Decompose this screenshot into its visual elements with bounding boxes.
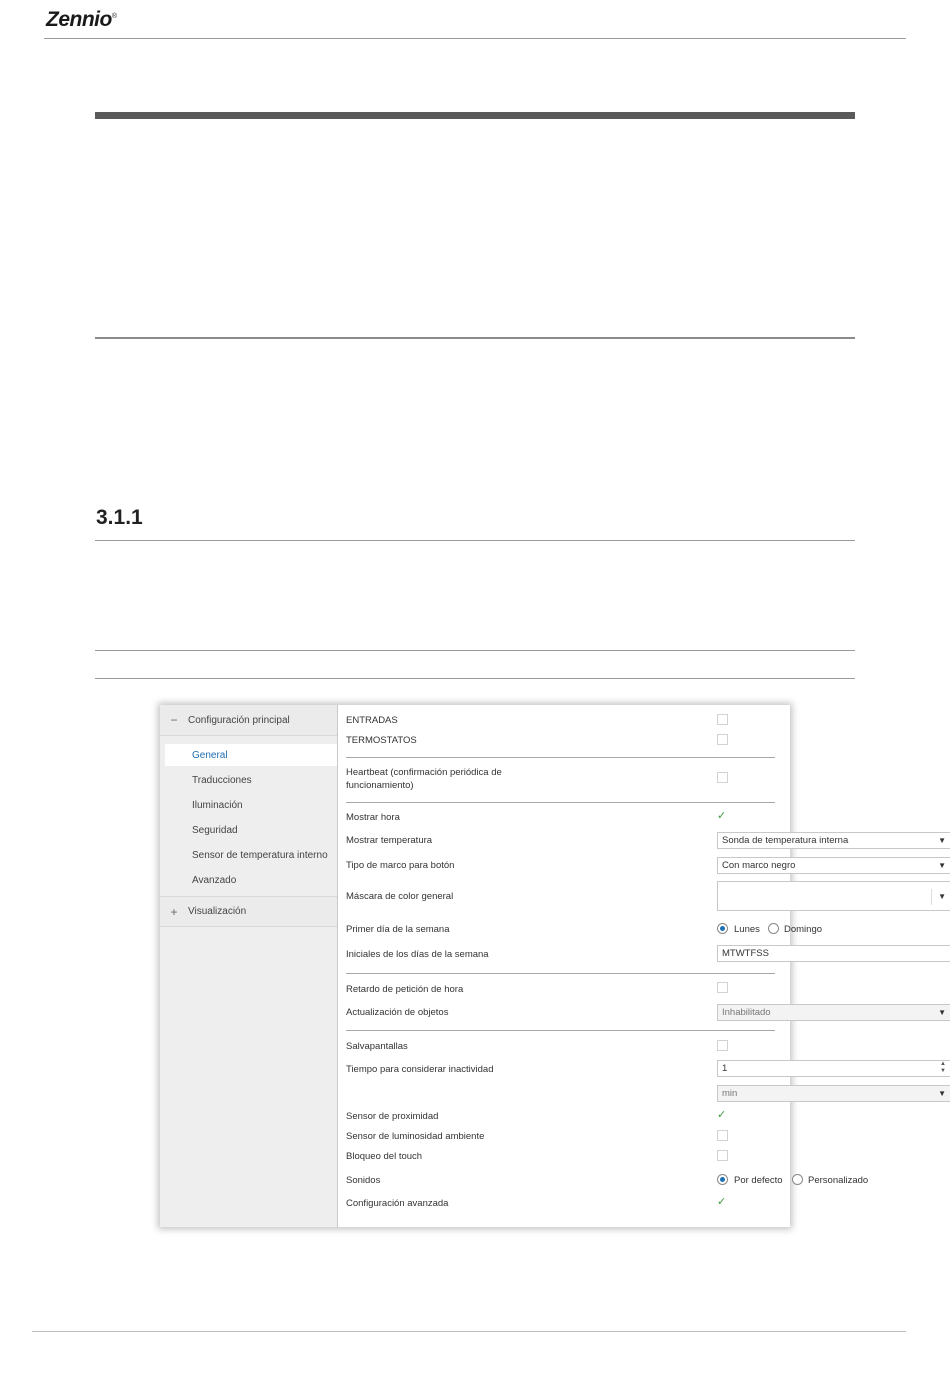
bloqueo-touch-label: Bloqueo del touch: [346, 1151, 423, 1162]
sidebar-item-label: Traducciones: [192, 774, 252, 786]
dropdown-arrow-icon: ▼: [938, 1008, 946, 1017]
radio-lunes-label: Lunes: [734, 924, 760, 935]
select-value: Con marco negro: [722, 860, 796, 871]
dropdown-arrow-icon: ▼: [938, 1089, 946, 1098]
sidebar-item-traducciones[interactable]: Traducciones: [165, 769, 337, 791]
header-divider: [44, 38, 906, 39]
sidebar-item-label: Iluminación: [192, 799, 243, 811]
termostatos-checkbox[interactable]: [717, 734, 728, 745]
subsection-divider: [95, 540, 855, 541]
zennio-logo: Zennio®: [46, 8, 117, 32]
footer-divider: [32, 1331, 906, 1332]
retardo-label: Retardo de petición de hora: [346, 984, 464, 995]
heartbeat-label-line2: funcionamiento): [346, 780, 414, 791]
sensor-luminosidad-label: Sensor de luminosidad ambiente: [346, 1131, 485, 1142]
sidebar-group-label: Visualización: [188, 906, 247, 917]
radio-personalizado-label: Personalizado: [808, 1175, 869, 1186]
dropdown-arrow-icon: ▼: [931, 889, 946, 905]
divider: [346, 973, 775, 974]
collapse-icon[interactable]: −: [160, 713, 188, 727]
sidebar-group-configuracion[interactable]: − Configuración principal: [160, 705, 337, 736]
tiempo-inactividad-label: Tiempo para considerar inactividad: [346, 1064, 494, 1075]
mostrar-hora-label: Mostrar hora: [346, 812, 400, 823]
input-value: 1: [722, 1063, 728, 1074]
radio-lunes[interactable]: [717, 923, 728, 934]
radio-personalizado[interactable]: [792, 1174, 803, 1185]
sensor-luminosidad-checkbox[interactable]: [717, 1130, 728, 1141]
actualizacion-select[interactable]: Inhabilitado ▼: [717, 1004, 950, 1021]
heartbeat-checkbox[interactable]: [717, 772, 728, 783]
parameter-sidebar: − Configuración principal General Traduc…: [160, 705, 338, 1227]
table-rule-bottom: [95, 678, 855, 679]
table-rule-top: [95, 650, 855, 651]
termostatos-label: TERMOSTATOS: [346, 735, 417, 746]
tipo-marco-label: Tipo de marco para botón: [346, 860, 455, 871]
sidebar-item-iluminacion[interactable]: Iluminación: [165, 794, 337, 816]
checkmark-icon: ✓: [717, 1196, 727, 1208]
select-value: Sonda de temperatura interna: [722, 835, 849, 846]
sensor-proximidad-label: Sensor de proximidad: [346, 1111, 439, 1122]
divider: [346, 757, 775, 758]
expand-icon[interactable]: +: [160, 905, 188, 919]
radio-por-defecto[interactable]: [717, 1174, 728, 1185]
radio-domingo-label: Domingo: [784, 924, 823, 935]
iniciales-label: Iniciales de los días de la semana: [346, 949, 489, 960]
actualizacion-label: Actualización de objetos: [346, 1007, 449, 1018]
select-value: Inhabilitado: [722, 1007, 771, 1018]
radio-por-defecto-label: Por defecto: [734, 1175, 783, 1186]
divider: [346, 802, 775, 803]
ets-parameter-window: − Configuración principal General Traduc…: [160, 705, 950, 1227]
section-number: 3.1.1: [96, 506, 143, 529]
salvapantallas-label: Salvapantallas: [346, 1041, 408, 1052]
sidebar-item-general[interactable]: General: [165, 744, 337, 766]
sensor-proximidad-checkbox[interactable]: ✓: [717, 1109, 730, 1122]
mostrar-temperatura-select[interactable]: Sonda de temperatura interna ▼: [717, 832, 950, 849]
checkmark-icon: ✓: [717, 1109, 727, 1121]
sidebar-group-label: Configuración principal: [188, 714, 290, 726]
registered-mark: ®: [111, 13, 117, 20]
mascara-color-select[interactable]: ▼: [717, 881, 950, 911]
bloqueo-touch-checkbox[interactable]: [717, 1150, 728, 1161]
sidebar-item-label: Sensor de temperatura interno: [192, 849, 328, 861]
config-avanzada-checkbox[interactable]: ✓: [717, 1196, 730, 1209]
dropdown-arrow-icon: ▼: [938, 861, 946, 870]
mostrar-hora-checkbox[interactable]: ✓: [717, 810, 730, 823]
sidebar-item-label: General: [192, 749, 228, 761]
select-value: min: [722, 1088, 738, 1099]
title-bar: [95, 112, 855, 119]
mascara-color-label: Máscara de color general: [346, 891, 454, 902]
config-avanzada-label: Configuración avanzada: [346, 1198, 449, 1209]
sidebar-item-sensor-temperatura[interactable]: Sensor de temperatura interno: [165, 844, 337, 866]
primer-dia-label: Primer día de la semana: [346, 924, 450, 935]
tiempo-unit-select[interactable]: min ▼: [717, 1085, 950, 1102]
parameter-content: ENTRADAS TERMOSTATOS Heartbeat (confirma…: [337, 705, 950, 1227]
checkmark-icon: ✓: [717, 810, 727, 822]
tipo-marco-select[interactable]: Con marco negro ▼: [717, 857, 950, 874]
logo-text: Zennio: [46, 8, 112, 31]
tiempo-inactividad-input[interactable]: 1 ▲ ▼: [717, 1060, 950, 1077]
sidebar-item-label: Avanzado: [192, 874, 237, 886]
divider: [346, 1030, 775, 1031]
section-divider: [95, 337, 855, 339]
radio-domingo[interactable]: [768, 923, 779, 934]
retardo-checkbox[interactable]: [717, 982, 728, 993]
heartbeat-label: Heartbeat (confirmación periódica de fun…: [346, 766, 502, 792]
entradas-label: ENTRADAS: [346, 715, 398, 726]
spinner-icon[interactable]: ▲ ▼: [940, 1061, 946, 1075]
mostrar-temperatura-label: Mostrar temperatura: [346, 835, 433, 846]
sidebar-item-label: Seguridad: [192, 824, 238, 836]
iniciales-input[interactable]: MTWTFSS: [717, 945, 950, 962]
salvapantallas-checkbox[interactable]: [717, 1040, 728, 1051]
heartbeat-label-line1: Heartbeat (confirmación periódica de: [346, 767, 502, 778]
sidebar-group-visualizacion[interactable]: + Visualización: [160, 896, 337, 927]
sonidos-label: Sonidos: [346, 1175, 381, 1186]
dropdown-arrow-icon: ▼: [938, 836, 946, 845]
entradas-checkbox[interactable]: [717, 714, 728, 725]
sidebar-item-avanzado[interactable]: Avanzado: [165, 869, 337, 891]
sidebar-item-seguridad[interactable]: Seguridad: [165, 819, 337, 841]
